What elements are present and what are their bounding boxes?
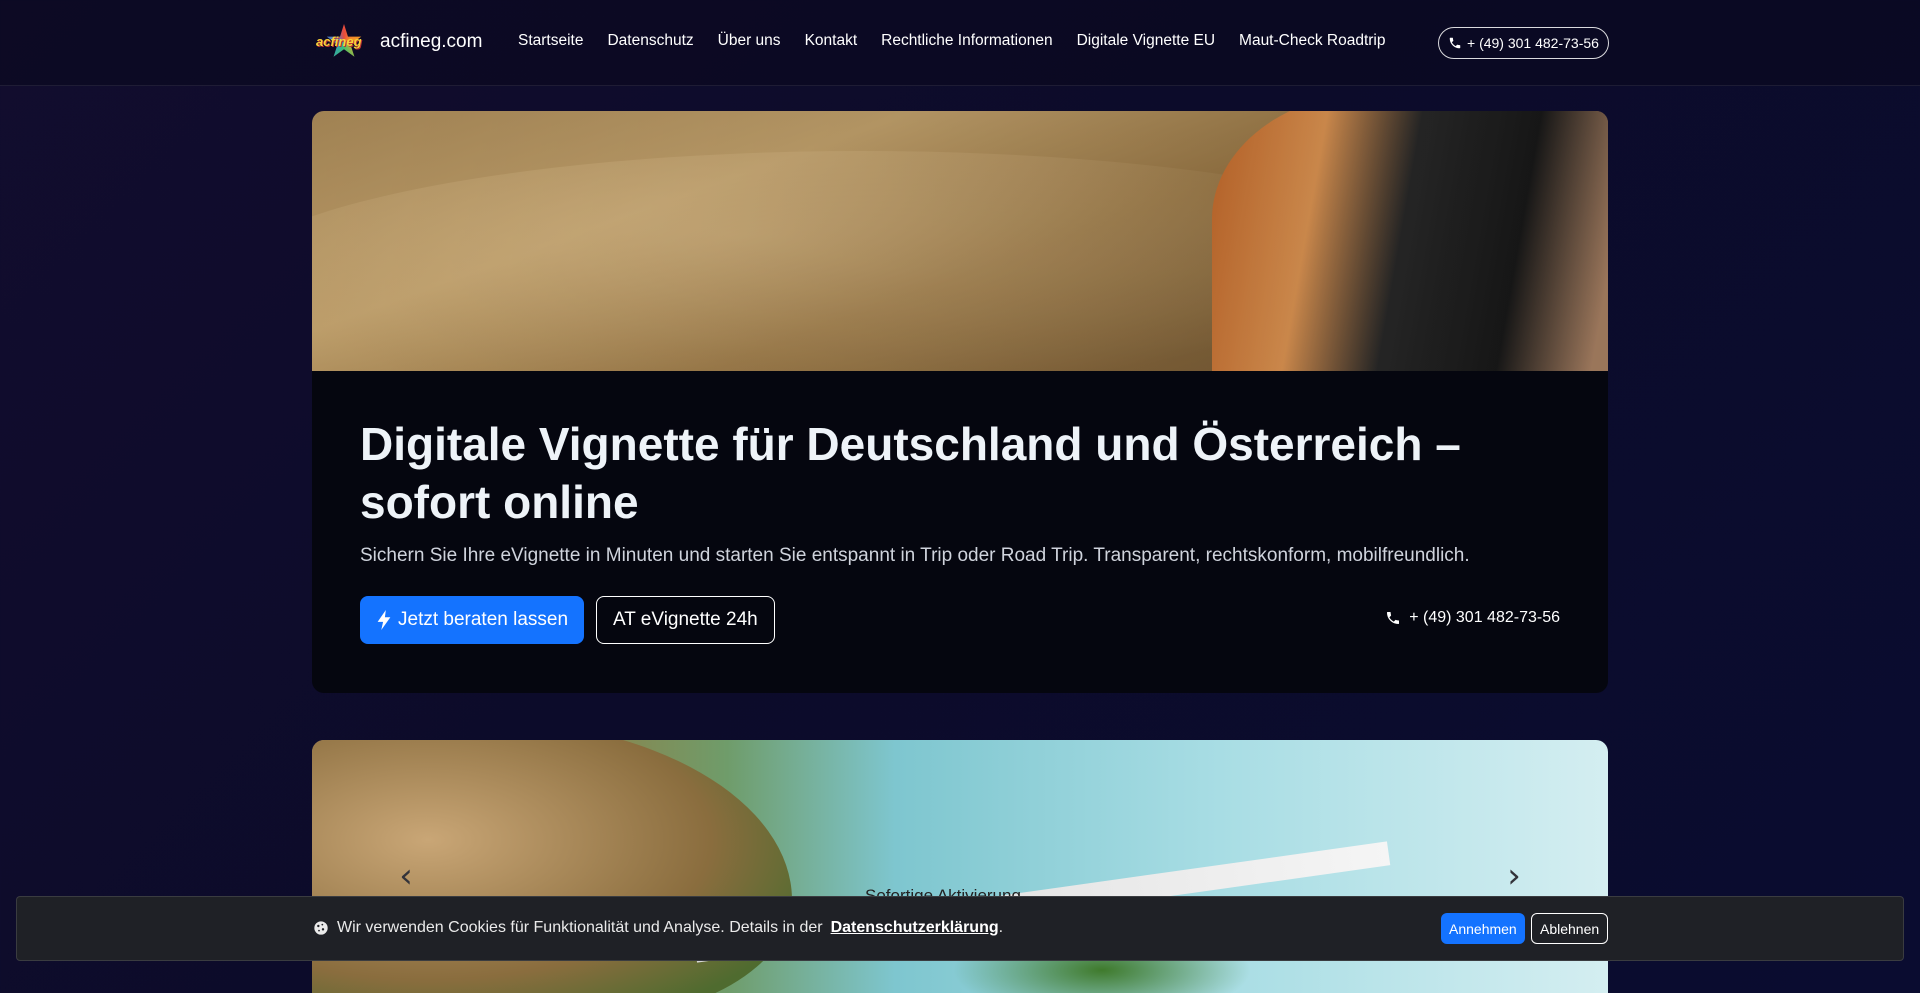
at-evignette-button[interactable]: AT eVignette 24h <box>596 596 775 644</box>
privacy-policy-link[interactable]: Datenschutzerklärung <box>831 919 999 936</box>
hero-phone-link[interactable]: + (49) 301 482-73-56 <box>1385 598 1560 638</box>
consult-button[interactable]: Jetzt beraten lassen <box>360 596 585 644</box>
hero-subtitle: Sichern Sie Ihre eVignette in Minuten un… <box>360 545 1470 566</box>
cookie-suffix: . <box>998 919 1004 936</box>
site-header: acfineg acfineg.com Startseite Datenschu… <box>0 0 1920 86</box>
hero-image-overlay <box>312 111 1608 371</box>
decline-cookies-button[interactable]: Ablehnen <box>1531 913 1609 944</box>
phone-icon <box>1449 37 1461 49</box>
nav-digitale-vignette-eu[interactable]: Digitale Vignette EU <box>1077 32 1215 50</box>
nav-ueber-uns[interactable]: Über uns <box>718 32 781 50</box>
cookie-text: Wir verwenden Cookies für Funktionalität… <box>337 919 823 936</box>
hero-image <box>312 111 1608 371</box>
accept-cookies-button[interactable]: Annehmen <box>1441 913 1525 944</box>
hero-phone-number: + (49) 301 482-73-56 <box>1409 609 1560 626</box>
nav-rechtliche-informationen[interactable]: Rechtliche Informationen <box>881 32 1052 50</box>
phone-icon <box>1387 612 1400 624</box>
brand-name: acfineg.com <box>380 31 483 52</box>
main-nav: Startseite Datenschutz Über uns Kontakt … <box>518 32 1385 50</box>
cookie-icon <box>314 921 328 935</box>
nav-maut-check-roadtrip[interactable]: Maut-Check Roadtrip <box>1239 32 1385 50</box>
logo-icon: acfineg <box>316 24 366 60</box>
logo-text: acfineg <box>316 34 362 49</box>
chevron-left-icon[interactable]: ‹ <box>392 858 420 894</box>
hero-panel: Digitale Vignette für Deutschland und Ös… <box>312 371 1608 693</box>
brand[interactable]: acfineg acfineg.com <box>316 24 482 60</box>
hero-title: Digitale Vignette für Deutschland und Ös… <box>360 418 1461 528</box>
chevron-right-icon[interactable]: › <box>1500 858 1528 894</box>
nav-kontakt[interactable]: Kontakt <box>805 32 858 50</box>
consult-button-label: Jetzt beraten lassen <box>398 609 569 630</box>
cookie-banner: Wir verwenden Cookies für Funktionalität… <box>16 896 1904 961</box>
nav-startseite[interactable]: Startseite <box>518 32 583 50</box>
nav-datenschutz[interactable]: Datenschutz <box>607 32 693 50</box>
header-phone-number: + (49) 301 482-73-56 <box>1467 35 1599 51</box>
cookie-message: Wir verwenden Cookies für Funktionalität… <box>313 919 1003 937</box>
lightning-icon <box>377 610 391 630</box>
header-phone-button[interactable]: + (49) 301 482-73-56 <box>1438 27 1609 59</box>
